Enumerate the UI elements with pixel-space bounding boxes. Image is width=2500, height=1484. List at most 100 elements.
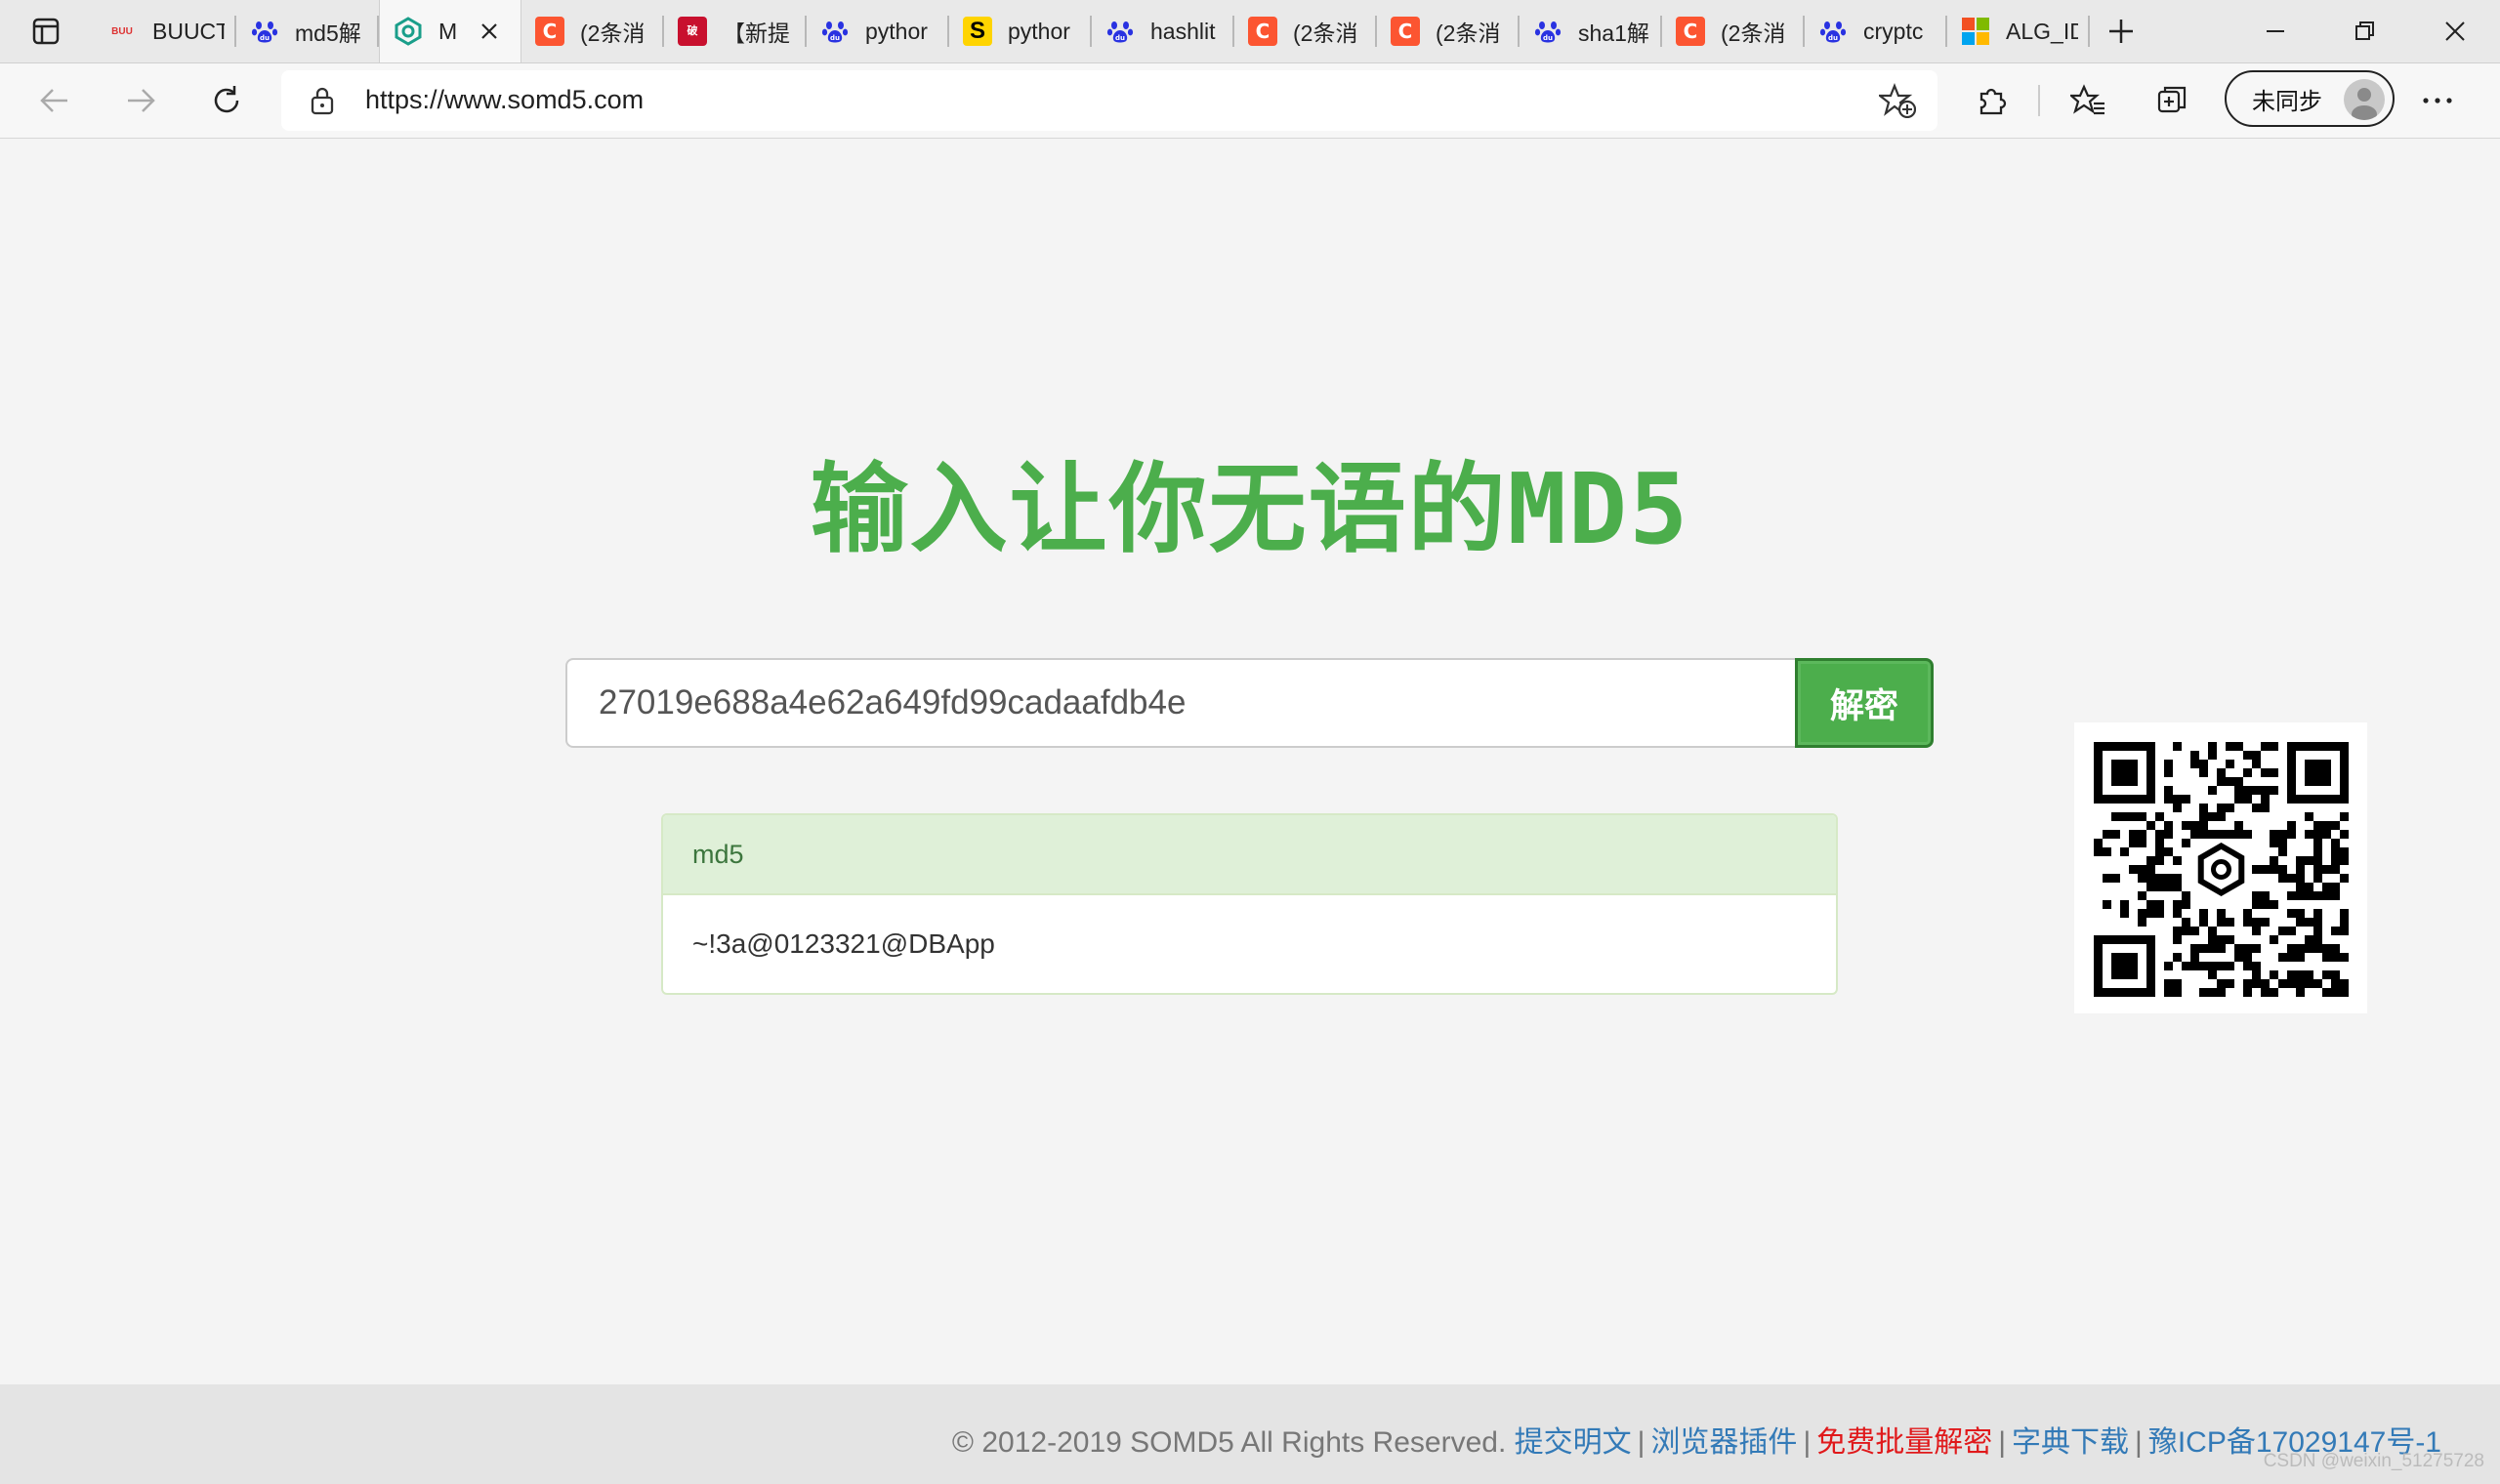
baidu-paw-icon: du <box>1105 17 1135 46</box>
hash-input[interactable] <box>565 658 1798 748</box>
browser-tab[interactable]: C (2条消 <box>1234 0 1377 62</box>
baidu-paw-icon: du <box>251 21 278 43</box>
more-dots-icon <box>2423 98 2452 103</box>
tab-list: BUU BUUCT du md5解 M C (2条消破【新提 du pythor Spythor d… <box>94 0 2090 62</box>
svg-text:du: du <box>260 34 270 42</box>
csdn-icon: C <box>1391 17 1420 46</box>
browser-tab[interactable]: M <box>379 0 521 62</box>
footer-link-browser-plugin[interactable]: 浏览器插件 <box>1650 1426 1797 1459</box>
browser-tab[interactable]: C (2条消 <box>1377 0 1520 62</box>
favorites-button[interactable] <box>2068 81 2107 120</box>
refresh-button[interactable] <box>207 81 246 120</box>
tab-title: 【新提 <box>723 21 790 46</box>
tab-actions-button[interactable] <box>21 14 70 49</box>
svg-text:du: du <box>830 34 840 42</box>
browser-tab[interactable]: BUU BUUCT <box>94 0 236 62</box>
arrow-left-icon <box>40 89 67 112</box>
add-favorite-icon[interactable] <box>1879 83 1916 118</box>
buuctf-icon: BUU <box>111 25 133 37</box>
somd5-icon <box>395 17 422 46</box>
svg-text:du: du <box>1543 34 1553 42</box>
footer-link-free-batch-decrypt[interactable]: 免费批量解密 <box>1816 1426 1992 1459</box>
close-icon <box>481 23 497 39</box>
puzzle-icon <box>1979 88 2007 115</box>
browser-tab[interactable]: C (2条消 <box>521 0 664 62</box>
baidu-paw-icon: du <box>1106 21 1134 43</box>
baidu-paw-icon: du <box>1533 17 1562 46</box>
browser-tab[interactable]: du hashlit <box>1092 0 1234 62</box>
footer-separator: | <box>1998 1426 2007 1459</box>
avatar <box>2344 79 2385 120</box>
browser-tab[interactable]: ALG_ID <box>1947 0 2090 62</box>
favorites-icon <box>2070 84 2104 115</box>
baidu-paw-icon: du <box>1818 17 1848 46</box>
browser-tab[interactable]: du sha1解 <box>1520 0 1662 62</box>
somd5-icon <box>394 17 423 46</box>
tab-title: pythor <box>865 18 928 44</box>
collections-button[interactable] <box>2154 81 2193 120</box>
tab-title: (2条消 <box>1436 21 1501 46</box>
baidu-paw-icon: du <box>1534 21 1562 43</box>
browser-tab[interactable]: C (2条消 <box>1662 0 1805 62</box>
svg-text:du: du <box>1828 34 1838 42</box>
browser-tab[interactable]: du md5解 <box>236 0 379 62</box>
csdn-icon: C <box>535 17 564 46</box>
browser-tab[interactable]: du pythor <box>807 0 949 62</box>
page-title: 输入让你无语的MD5 <box>810 452 1690 566</box>
close-window-button[interactable] <box>2436 12 2475 51</box>
browser-tab[interactable]: Spythor <box>949 0 1092 62</box>
baidu-paw-icon: du <box>250 17 279 46</box>
minimize-icon <box>2267 30 2284 32</box>
close-tab-button[interactable] <box>476 18 503 45</box>
profile-sync-button[interactable]: 未同步 <box>2225 70 2395 127</box>
footer-separator: | <box>1637 1426 1646 1459</box>
tab-title: BUUCT <box>152 18 225 44</box>
arrow-right-icon <box>128 89 155 112</box>
result-type-label: md5 <box>663 815 1836 895</box>
tab-title: (2条消 <box>580 21 646 46</box>
tab-title: pythor <box>1008 18 1070 44</box>
baidu-paw-icon: du <box>820 17 850 46</box>
microsoft-icon <box>1962 18 1989 45</box>
footer-separator: | <box>1803 1426 1812 1459</box>
plus-icon <box>2109 20 2133 43</box>
svg-text:du: du <box>1115 34 1125 42</box>
tab-title: M <box>438 18 458 44</box>
footer-link-submit-plaintext[interactable]: 提交明文 <box>1515 1426 1632 1459</box>
microsoft-icon <box>1961 17 1990 46</box>
sync-status-label: 未同步 <box>2252 88 2322 115</box>
baidu-paw-icon: du <box>1819 21 1847 43</box>
tab-title: (2条消 <box>1293 21 1358 46</box>
footer-separator: | <box>2135 1426 2143 1459</box>
browser-tab[interactable]: 破【新提 <box>664 0 807 62</box>
collections-icon <box>2157 86 2187 113</box>
extensions-button[interactable] <box>1973 81 2012 120</box>
tab-title: hashlit <box>1150 18 1216 44</box>
browser-tab-strip: BUU BUUCT du md5解 M C (2条消破【新提 du pythor Spythor d… <box>0 0 2500 63</box>
footer-line: © 2012-2019 SOMD5 All Rights Reserved. 提… <box>952 1418 2441 1461</box>
qr-code-image <box>2094 742 2349 997</box>
refresh-icon <box>214 86 239 113</box>
browser-tab[interactable]: du cryptc <box>1805 0 1947 62</box>
toolbar-divider <box>2038 85 2040 116</box>
forward-button[interactable] <box>121 81 160 120</box>
python-site-icon: S <box>963 17 992 46</box>
footer-link-dictionary-download[interactable]: 字典下载 <box>2012 1426 2129 1459</box>
browser-toolbar: https://www.somd5.com 未同步 <box>0 63 2500 139</box>
lock-icon[interactable] <box>309 85 336 116</box>
baidu-paw-icon: du <box>821 21 849 43</box>
restore-button[interactable] <box>2346 12 2385 51</box>
settings-more-button[interactable] <box>2418 81 2457 120</box>
person-icon <box>2352 88 2377 120</box>
minimize-button[interactable] <box>2256 12 2295 51</box>
back-button[interactable] <box>35 81 74 120</box>
copyright-text: © 2012-2019 SOMD5 All Rights Reserved. <box>951 1426 1507 1459</box>
new-tab-button[interactable] <box>2100 14 2143 49</box>
csdn-icon: C <box>1676 17 1705 46</box>
address-bar[interactable]: https://www.somd5.com <box>281 70 1938 131</box>
url-text[interactable]: https://www.somd5.com <box>365 85 644 115</box>
qr-code <box>2074 722 2367 1013</box>
csdn-watermark: CSDN @weixin_51275728 <box>2263 1451 2484 1471</box>
decrypt-button[interactable]: 解密 <box>1795 658 1934 748</box>
tab-actions-icon <box>32 18 60 45</box>
